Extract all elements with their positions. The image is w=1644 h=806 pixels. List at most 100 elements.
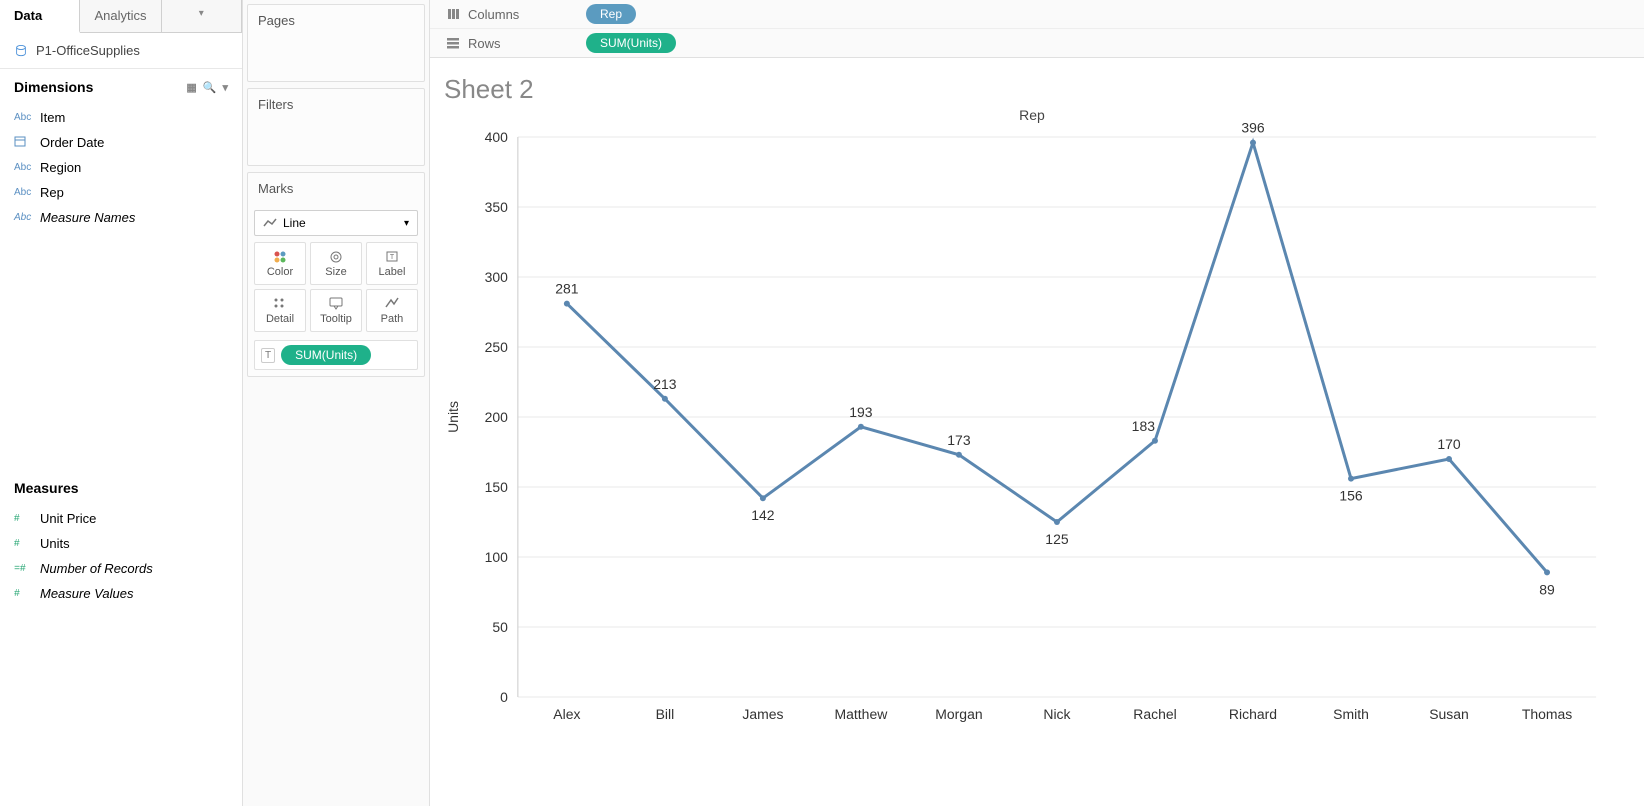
y-tick: 300 xyxy=(485,269,509,285)
menu-icon[interactable]: ▾ xyxy=(222,81,228,94)
y-tick: 250 xyxy=(485,339,509,355)
path-icon xyxy=(384,296,400,310)
x-tick: Nick xyxy=(1043,706,1070,722)
y-tick: 50 xyxy=(492,619,508,635)
dimension-field[interactable]: Order Date xyxy=(0,130,242,155)
data-point[interactable] xyxy=(564,301,570,307)
x-tick: Matthew xyxy=(835,706,889,722)
data-point[interactable] xyxy=(1152,438,1158,444)
y-tick: 350 xyxy=(485,199,509,215)
measure-field[interactable]: =#Number of Records xyxy=(0,556,242,581)
columns-rows-bar: Columns Rep Rows SUM(Units) xyxy=(430,0,1644,58)
data-point[interactable] xyxy=(858,424,864,430)
data-point[interactable] xyxy=(956,452,962,458)
number-icon: =# xyxy=(14,563,32,574)
x-tick: James xyxy=(742,706,783,722)
measures-header: Measures xyxy=(0,470,242,504)
view-as-icon[interactable]: ▦ xyxy=(186,81,196,94)
marks-card: Marks Line ▾ Color Size TLabel Detail To… xyxy=(247,172,425,377)
filters-shelf[interactable]: Filters xyxy=(247,88,425,166)
data-label: 183 xyxy=(1132,418,1156,434)
dimension-field[interactable]: AbcRegion xyxy=(0,155,242,180)
dimensions-header: Dimensions ▦ 🔍 ▾ xyxy=(0,69,242,103)
rows-icon xyxy=(446,36,460,50)
data-panel-tabs: Data Analytics ▾ xyxy=(0,0,242,33)
mark-size[interactable]: Size xyxy=(310,242,362,285)
tab-menu-icon[interactable]: ▾ xyxy=(162,0,242,32)
x-tick: Smith xyxy=(1333,706,1369,722)
x-tick: Alex xyxy=(553,706,580,722)
data-label: 173 xyxy=(947,432,971,448)
dimension-field[interactable]: AbcRep xyxy=(0,180,242,205)
line-icon xyxy=(263,218,277,228)
mark-path[interactable]: Path xyxy=(366,289,418,332)
columns-pill-rep[interactable]: Rep xyxy=(586,4,636,24)
y-tick: 150 xyxy=(485,479,509,495)
y-tick: 100 xyxy=(485,549,509,565)
rows-shelf[interactable]: Rows SUM(Units) xyxy=(430,29,1644,57)
data-label: 89 xyxy=(1539,581,1555,597)
detail-icon xyxy=(272,296,288,310)
abc-icon: Abc xyxy=(14,112,32,123)
label-icon: T xyxy=(384,249,400,263)
data-point[interactable] xyxy=(1054,519,1060,525)
abc-icon: Abc xyxy=(14,212,32,223)
mark-detail[interactable]: Detail xyxy=(254,289,306,332)
mark-color[interactable]: Color xyxy=(254,242,306,285)
mark-type-select[interactable]: Line ▾ xyxy=(254,210,418,236)
data-point[interactable] xyxy=(1544,569,1550,575)
chart-title: Rep xyxy=(438,107,1626,123)
y-tick: 400 xyxy=(485,129,509,145)
number-icon: # xyxy=(14,588,32,599)
data-point[interactable] xyxy=(662,396,668,402)
abc-icon: Abc xyxy=(14,162,32,173)
line-chart: 050100150200250300350400Units28121314219… xyxy=(438,107,1626,747)
datasource-label: P1-OfficeSupplies xyxy=(36,43,140,58)
tab-analytics[interactable]: Analytics xyxy=(80,0,161,32)
data-point[interactable] xyxy=(760,495,766,501)
color-icon xyxy=(272,249,288,263)
shelves-column: Pages Filters Marks Line ▾ Color Size TL… xyxy=(243,0,430,806)
search-icon[interactable]: 🔍 xyxy=(203,81,217,94)
datasource-row[interactable]: P1-OfficeSupplies xyxy=(0,33,242,69)
abc-icon: Abc xyxy=(14,187,32,198)
y-tick: 200 xyxy=(485,409,509,425)
calendar-icon xyxy=(14,135,32,150)
pages-shelf[interactable]: Pages xyxy=(247,4,425,82)
data-label: 156 xyxy=(1339,488,1363,504)
label-t-icon: T xyxy=(261,348,275,363)
columns-icon xyxy=(446,7,460,21)
rows-pill-units[interactable]: SUM(Units) xyxy=(586,33,676,53)
tab-data[interactable]: Data xyxy=(0,0,80,33)
dimension-field[interactable]: AbcMeasure Names xyxy=(0,205,242,230)
data-label: 125 xyxy=(1045,531,1069,547)
x-tick: Bill xyxy=(656,706,675,722)
x-tick: Richard xyxy=(1229,706,1277,722)
data-point[interactable] xyxy=(1348,476,1354,482)
chevron-down-icon: ▾ xyxy=(404,218,409,229)
measure-field[interactable]: #Unit Price xyxy=(0,506,242,531)
dimension-field[interactable]: AbcItem xyxy=(0,105,242,130)
measure-field[interactable]: #Measure Values xyxy=(0,581,242,606)
mark-tooltip[interactable]: Tooltip xyxy=(310,289,362,332)
data-panel: Data Analytics ▾ P1-OfficeSupplies Dimen… xyxy=(0,0,243,806)
label-pill-row[interactable]: T SUM(Units) xyxy=(254,340,418,370)
x-tick: Rachel xyxy=(1133,706,1176,722)
x-tick: Morgan xyxy=(935,706,982,722)
data-point[interactable] xyxy=(1446,456,1452,462)
x-tick: Thomas xyxy=(1522,706,1572,722)
data-point[interactable] xyxy=(1250,140,1256,146)
measure-field[interactable]: #Units xyxy=(0,531,242,556)
mark-label[interactable]: TLabel xyxy=(366,242,418,285)
data-label: 142 xyxy=(751,507,775,523)
number-icon: # xyxy=(14,538,32,549)
datasource-icon xyxy=(14,44,28,58)
sheet-title[interactable]: Sheet 2 xyxy=(444,74,1626,105)
dimensions-list: AbcItemOrder DateAbcRegionAbcRepAbcMeasu… xyxy=(0,103,242,232)
columns-shelf[interactable]: Columns Rep xyxy=(430,0,1644,29)
data-label: 213 xyxy=(653,376,677,392)
label-pill[interactable]: SUM(Units) xyxy=(281,345,371,365)
data-label: 281 xyxy=(555,281,579,297)
x-tick: Susan xyxy=(1429,706,1469,722)
main-area: Columns Rep Rows SUM(Units) Sheet 2 Rep … xyxy=(430,0,1644,806)
